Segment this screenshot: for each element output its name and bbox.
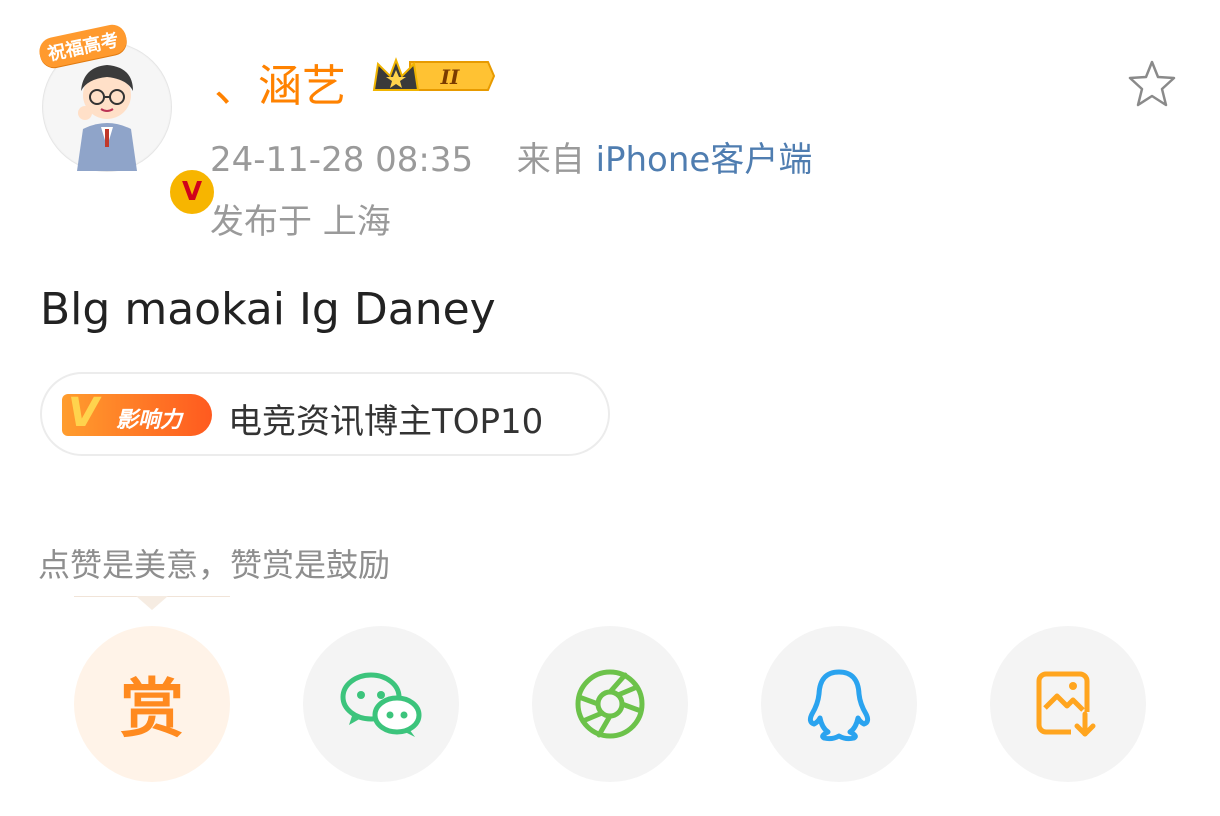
post-text: Blg maokai Ig Daney [40, 284, 496, 335]
influence-badge-label: 影响力 [116, 408, 183, 433]
wechat-icon [340, 672, 422, 737]
share-wechat-button[interactable] [303, 626, 459, 782]
member-level-label: II [440, 65, 460, 89]
qq-icon [807, 669, 871, 742]
post-location: 发布于 上海 [210, 202, 391, 242]
influence-tag[interactable]: V 影响力 电竞资讯博主TOP10 [40, 372, 610, 456]
user-avatar[interactable]: 祝福高考 V [36, 22, 217, 217]
favorite-star-icon[interactable] [1126, 58, 1178, 110]
moments-icon [575, 669, 645, 739]
influence-tag-text: 电竞资讯博主TOP10 [228, 402, 544, 442]
source-client-link[interactable]: iPhone客户端 [596, 140, 813, 180]
save-image-icon [1036, 671, 1099, 738]
post-meta: 24-11-28 08:35 来自 iPhone客户端 [210, 132, 812, 181]
reward-label: 赏 [120, 673, 184, 747]
post-timestamp: 24-11-28 08:35 [210, 140, 474, 180]
influence-v-icon: V [68, 390, 99, 436]
selection-pointer-icon [136, 596, 168, 610]
member-crown-icon[interactable]: II [370, 54, 496, 98]
save-image-button[interactable] [990, 626, 1146, 782]
share-qq-button[interactable] [761, 626, 917, 782]
username[interactable]: 、涵艺 [214, 50, 346, 114]
share-moments-button[interactable] [532, 626, 688, 782]
influence-badge: V 影响力 [62, 390, 212, 436]
reward-button[interactable]: 赏 [74, 626, 230, 782]
source-prefix: 来自 [516, 140, 585, 180]
encourage-text: 点赞是美意，赞赏是鼓励 [38, 546, 391, 584]
